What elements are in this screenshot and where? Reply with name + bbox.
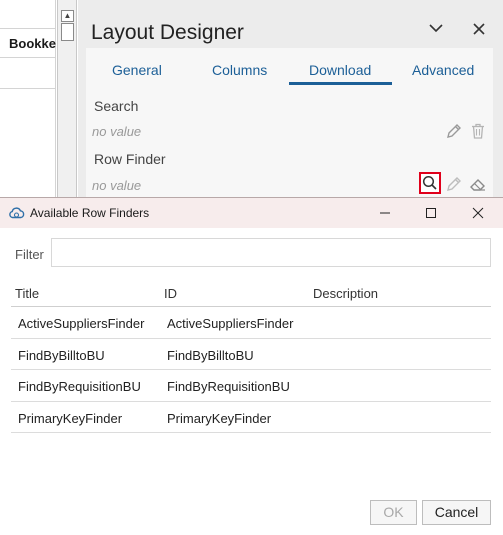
- row-id: PrimaryKeyFinder: [167, 410, 272, 426]
- cloud-app-icon: [8, 205, 25, 222]
- chevron-down-icon[interactable]: [424, 18, 448, 42]
- cancel-button[interactable]: Cancel: [422, 500, 491, 525]
- row-id: ActiveSuppliersFinder: [167, 316, 294, 331]
- scroll-thumb[interactable]: [61, 23, 74, 41]
- background-spreadsheet: Bookke: [0, 0, 56, 200]
- column-header[interactable]: Bookke: [0, 28, 56, 58]
- panel-title: Layout Designer: [91, 21, 244, 44]
- pencil-icon[interactable]: [445, 175, 463, 193]
- column-header-id[interactable]: ID: [164, 286, 177, 301]
- table-header: Title ID Description: [11, 280, 491, 307]
- available-row-finders-dialog: Available Row Finders Filter Title ID De…: [0, 197, 503, 535]
- column-header-title[interactable]: Title: [15, 286, 39, 301]
- row-finders-table: Title ID Description ActiveSuppliersFind…: [11, 280, 491, 433]
- trash-icon[interactable]: [469, 122, 487, 140]
- tab-general[interactable]: General: [112, 62, 162, 78]
- panel-body: General Columns Download Advanced Search…: [86, 48, 493, 200]
- row-title: FindByRequisitionBU: [18, 379, 141, 394]
- minimize-icon[interactable]: [362, 198, 408, 228]
- dialog-titlebar[interactable]: Available Row Finders: [0, 198, 503, 228]
- row-finder-field-label: Row Finder: [94, 151, 166, 167]
- close-icon[interactable]: [467, 18, 491, 42]
- filter-input[interactable]: [51, 238, 491, 267]
- maximize-icon[interactable]: [408, 198, 454, 228]
- row-divider: [0, 88, 56, 89]
- dialog-title: Available Row Finders: [30, 206, 150, 220]
- row-title: ActiveSuppliersFinder: [18, 316, 145, 331]
- row-title: PrimaryKeyFinder: [18, 410, 123, 426]
- row-id: FindByRequisitionBU: [167, 379, 290, 394]
- tab-download[interactable]: Download: [309, 62, 371, 78]
- selected-tab-indicator: [289, 82, 392, 85]
- row-title: FindByBilltoBU: [18, 347, 105, 363]
- ok-button[interactable]: OK: [370, 500, 417, 525]
- scroll-up-arrow-icon[interactable]: ▲: [61, 10, 74, 22]
- table-row[interactable]: FindByBilltoBU FindByBilltoBU: [11, 339, 491, 370]
- search-field-label: Search: [94, 98, 139, 114]
- search-icon[interactable]: [419, 172, 441, 194]
- column-header-description[interactable]: Description: [313, 286, 378, 301]
- vertical-scrollbar[interactable]: ▲: [57, 0, 77, 200]
- layout-designer-panel: Layout Designer General Columns Download…: [78, 0, 503, 200]
- table-row[interactable]: PrimaryKeyFinder PrimaryKeyFinder: [11, 402, 491, 433]
- tab-advanced[interactable]: Advanced: [412, 62, 474, 78]
- search-field-value: no value: [92, 124, 142, 139]
- tab-columns[interactable]: Columns: [212, 62, 267, 78]
- table-row[interactable]: ActiveSuppliersFinder ActiveSuppliersFin…: [11, 307, 491, 339]
- filter-label: Filter: [15, 247, 44, 262]
- close-icon[interactable]: [455, 198, 501, 228]
- tab-bar: General Columns Download Advanced: [86, 48, 493, 88]
- row-id: FindByBilltoBU: [167, 347, 254, 363]
- pencil-icon[interactable]: [445, 122, 463, 140]
- table-row[interactable]: FindByRequisitionBU FindByRequisitionBU: [11, 370, 491, 402]
- row-finder-field-value: no value: [92, 178, 142, 193]
- eraser-icon[interactable]: [469, 175, 487, 193]
